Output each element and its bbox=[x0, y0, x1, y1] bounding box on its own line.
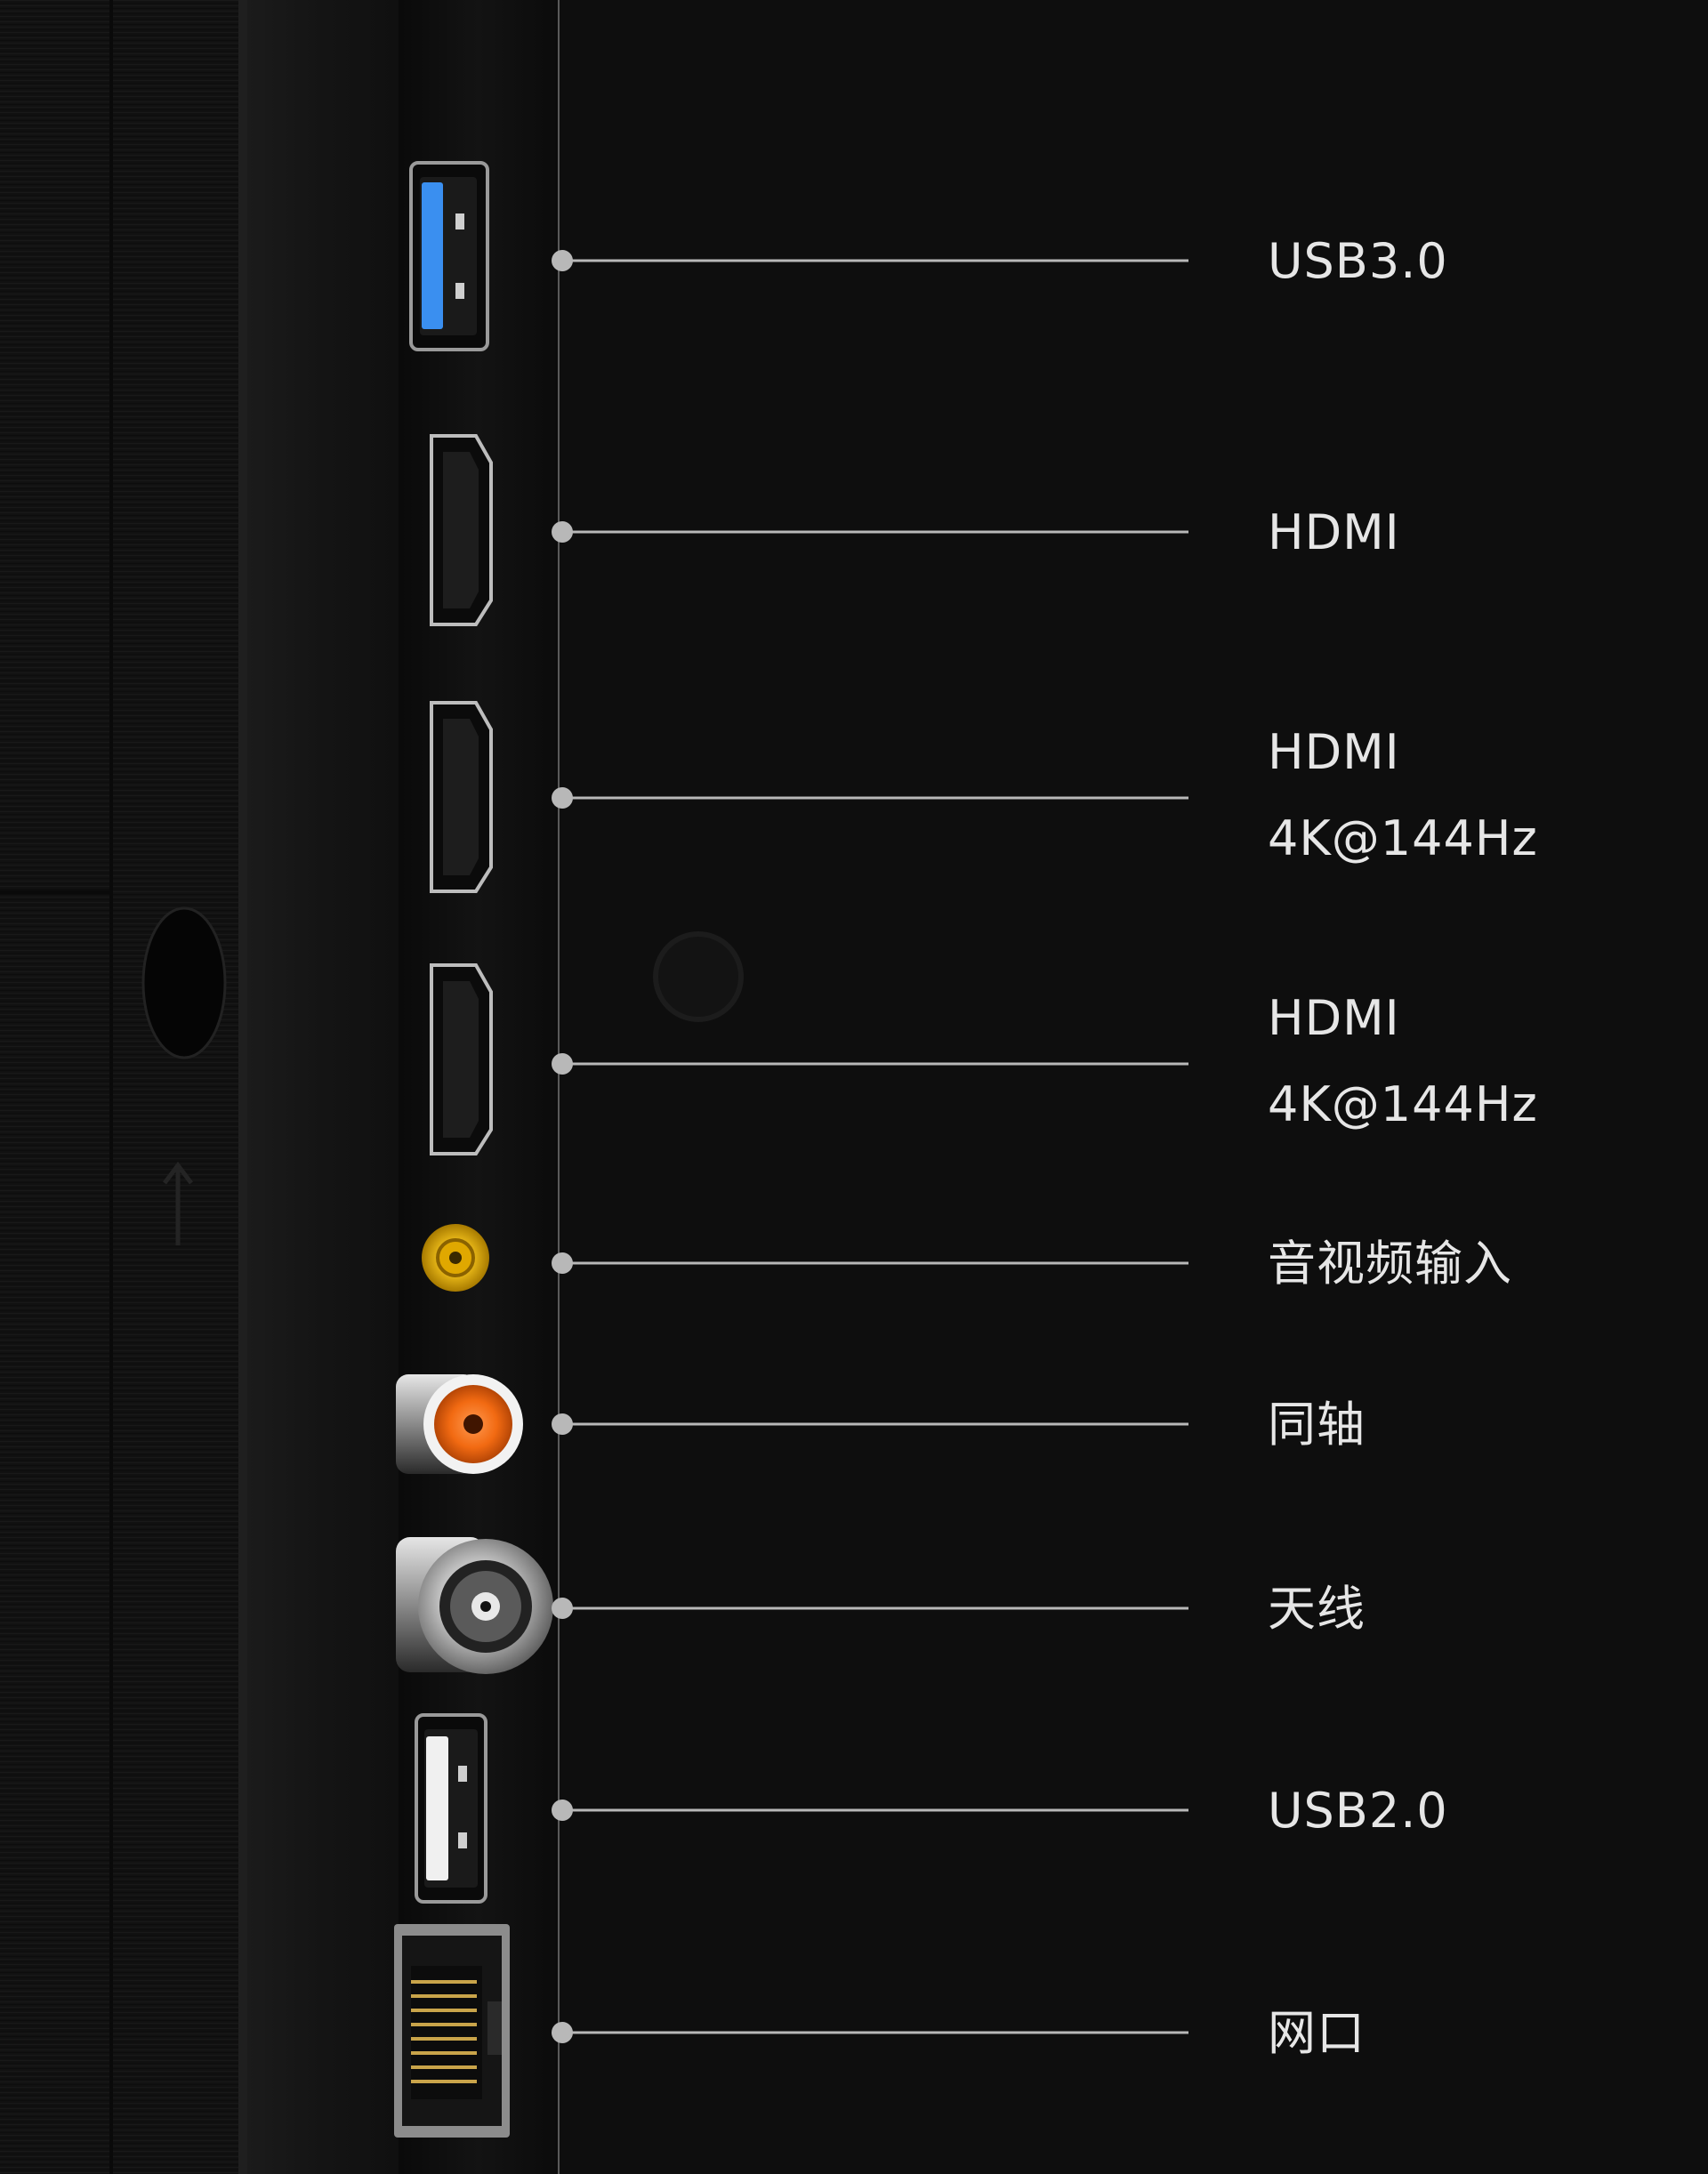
av-input-jack-icon bbox=[422, 1224, 489, 1292]
leader-dot-antenna bbox=[552, 1598, 573, 1619]
port-label-coaxial: 同轴 bbox=[1268, 1381, 1366, 1468]
port-label-hdmi-4k-1: HDMI 4K@144Hz bbox=[1268, 709, 1538, 882]
port-label-line: HDMI bbox=[1268, 724, 1400, 780]
port-label-line: HDMI bbox=[1268, 504, 1400, 560]
port-label-hdmi: HDMI bbox=[1268, 489, 1400, 576]
port-label-line: HDMI bbox=[1268, 990, 1400, 1046]
hdmi-port-icon bbox=[430, 701, 493, 893]
port-label-line: USB2.0 bbox=[1268, 1783, 1448, 1839]
antenna-jack-icon bbox=[396, 1537, 553, 1674]
leader-dot-coax bbox=[552, 1413, 573, 1435]
chassis-edge bbox=[238, 0, 247, 2174]
background-knob bbox=[653, 931, 744, 1022]
coaxial-jack-icon bbox=[396, 1374, 523, 1474]
leader-dot-hdmi1 bbox=[552, 521, 573, 543]
leader-dot-usb3 bbox=[552, 250, 573, 271]
hdmi-port-icon bbox=[430, 963, 493, 1155]
port-label-line: 音视频输入 bbox=[1268, 1236, 1512, 1292]
port-label-av-input: 音视频输入 bbox=[1268, 1220, 1512, 1307]
ethernet-port-icon bbox=[394, 1924, 510, 2138]
port-label-usb3: USB3.0 bbox=[1268, 218, 1448, 304]
port-label-line: 网口 bbox=[1268, 2005, 1366, 2061]
usb3-port-icon bbox=[409, 161, 489, 351]
usb2-port-icon bbox=[415, 1713, 487, 1904]
leader-dot-av bbox=[552, 1252, 573, 1274]
port-label-lan: 网口 bbox=[1268, 1990, 1366, 2076]
leader-dot-hdmi2 bbox=[552, 787, 573, 809]
side-panel bbox=[247, 0, 399, 2174]
port-label-line: 天线 bbox=[1268, 1581, 1366, 1637]
port-label-usb2: USB2.0 bbox=[1268, 1767, 1448, 1854]
port-label-line: 同轴 bbox=[1268, 1397, 1366, 1453]
port-label-line: 4K@144Hz bbox=[1268, 810, 1538, 866]
port-label-line: 4K@144Hz bbox=[1268, 1076, 1538, 1132]
chassis-shade bbox=[0, 0, 245, 2174]
port-label-hdmi-4k-2: HDMI 4K@144Hz bbox=[1268, 975, 1538, 1147]
port-label-line: USB3.0 bbox=[1268, 233, 1448, 289]
leader-dot-hdmi3 bbox=[552, 1053, 573, 1075]
mounting-hole bbox=[141, 906, 227, 1059]
port-label-antenna: 天线 bbox=[1268, 1566, 1366, 1652]
leader-dot-usb2 bbox=[552, 1800, 573, 1821]
hdmi-port-icon bbox=[430, 434, 493, 626]
leader-dot-lan bbox=[552, 2022, 573, 2043]
